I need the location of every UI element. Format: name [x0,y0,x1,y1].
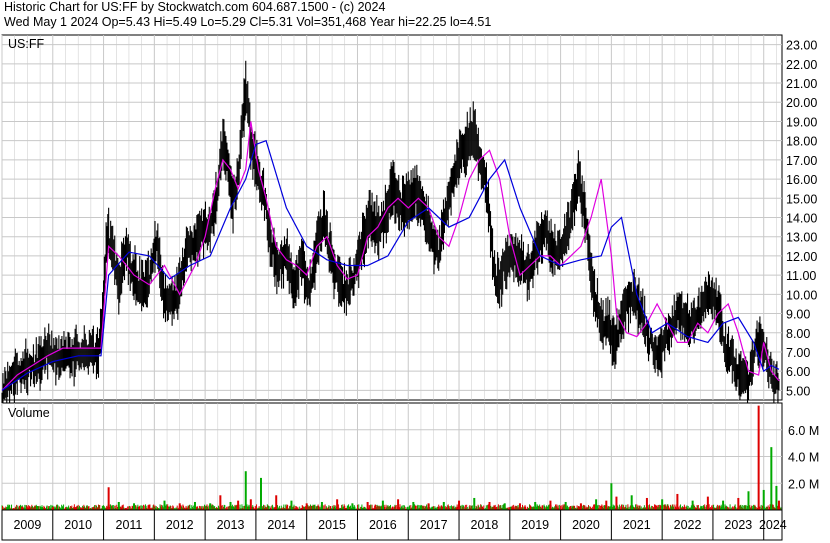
volume-panel-title: Volume [8,406,50,420]
x-axis-tick-label: 2015 [318,518,346,532]
price-y-tick-label: 22.00 [786,58,817,72]
price-y-tick-label: 5.00 [786,384,810,398]
price-y-tick-label: 13.00 [786,231,817,245]
volume-y-tick-label: 4.0 M [788,451,819,465]
x-axis-tick-label: 2017 [420,518,448,532]
price-y-tick-label: 18.00 [786,135,817,149]
price-y-tick-label: 19.00 [786,115,817,129]
price-y-tick-label: 8.00 [786,327,810,341]
price-y-tick-label: 9.00 [786,308,810,322]
price-y-tick-label: 15.00 [786,192,817,206]
price-y-tick-label: 11.00 [786,269,816,283]
x-axis-tick-label: 2021 [623,518,651,532]
volume-panel: 2.0 M 4.0 M 6.0 M Volume [1,402,819,511]
price-y-tick-label: 20.00 [786,96,817,110]
stock-chart: 5.00 6.00 7.00 8.00 9.00 10.00 11.00 12.00 13.00… [1,34,819,541]
price-y-tick-label: 16.00 [786,173,817,187]
x-axis-tick-label: 2022 [674,518,702,532]
volume-y-tick-label: 2.0 M [788,477,819,491]
price-panel: 5.00 6.00 7.00 8.00 9.00 10.00 11.00 12.00 13.00… [1,34,817,419]
x-axis-tick-label: 2009 [13,518,41,532]
x-axis-tick-label: 2011 [116,518,143,532]
price-y-tick-label: 23.00 [786,39,817,53]
price-y-tick-label: 6.00 [786,365,810,379]
x-axis-tick-label: 2019 [521,518,549,532]
x-axis-tick-label: 2024 [759,518,787,532]
x-axis-tick-label: 2020 [572,518,600,532]
x-axis-tick-label: 2016 [369,518,397,532]
price-y-tick-label: 12.00 [786,250,817,264]
x-axis: 2009 2010 2011 2012 2013 2014 2015 2016 2017 2018… [1,509,787,541]
price-y-tick-label: 14.00 [786,212,817,226]
price-panel-title: US:FF [8,37,44,51]
x-axis-tick-label: 2010 [64,518,92,532]
price-y-tick-label: 17.00 [786,154,817,168]
x-axis-tick-label: 2013 [217,518,245,532]
x-axis-tick-label: 2018 [471,518,499,532]
x-axis-tick-label: 2012 [166,518,194,532]
x-axis-tick-label: 2023 [724,518,752,532]
volume-y-tick-label: 6.0 M [788,424,819,438]
price-y-tick-label: 10.00 [786,288,817,302]
price-y-tick-label: 7.00 [786,346,810,360]
price-y-tick-label: 21.00 [786,77,817,91]
x-axis-tick-label: 2014 [267,518,295,532]
